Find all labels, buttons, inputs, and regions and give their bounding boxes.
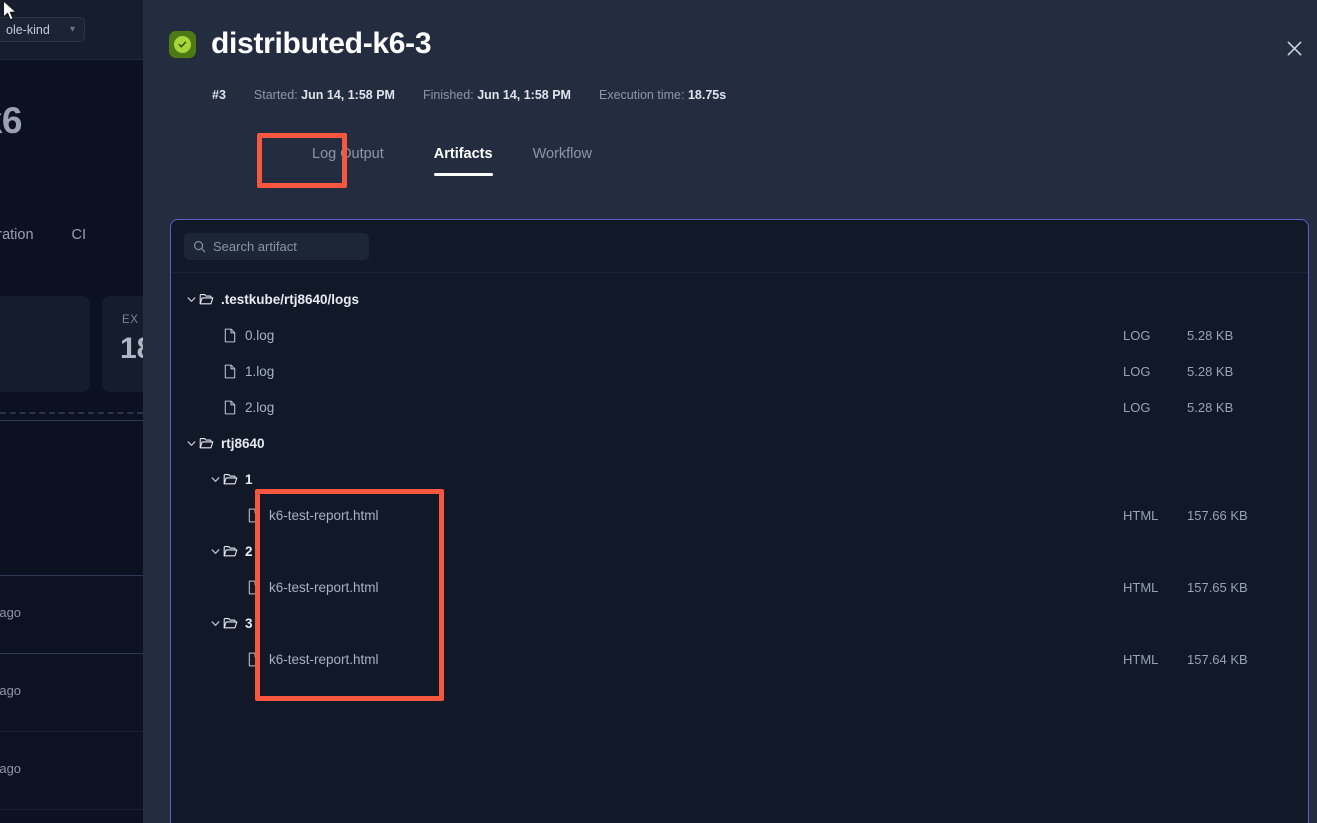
background-stat-card-label: EX xyxy=(122,314,139,326)
artifact-size: 157.64 KB xyxy=(1187,651,1248,667)
artifact-folder-row[interactable]: 2 xyxy=(171,533,1308,569)
artifact-name: rtj8640 xyxy=(221,435,265,451)
background-divider-2 xyxy=(0,575,143,576)
background-divider-4 xyxy=(0,731,143,732)
page-title: distributed-k6-3 xyxy=(211,27,432,60)
background-activity-row-0[interactable]: es ago xyxy=(0,575,143,652)
artifact-type: LOG xyxy=(1123,363,1151,379)
artifact-type: LOG xyxy=(1123,327,1151,343)
modal-tabs: Log Output Artifacts Workflow xyxy=(312,146,626,190)
execution-time-meta: Execution time: 18.75s xyxy=(599,88,726,102)
artifact-name: k6-test-report.html xyxy=(269,651,379,667)
artifact-folder-row[interactable]: .testkube/rtj8640/logs xyxy=(171,281,1308,317)
chevron-down-icon[interactable] xyxy=(183,438,199,449)
chevron-down-icon[interactable] xyxy=(207,474,223,485)
file-icon xyxy=(223,364,245,379)
close-icon[interactable] xyxy=(1278,32,1310,64)
artifact-name: 0.log xyxy=(245,327,275,343)
background-subnav-item-1[interactable]: CI xyxy=(72,227,87,243)
search-artifact-box[interactable] xyxy=(184,233,389,260)
started-label: Started: xyxy=(253,88,298,102)
folder-open-icon xyxy=(199,292,221,307)
tab-workflow[interactable]: Workflow xyxy=(533,146,592,176)
artifact-size: 157.66 KB xyxy=(1187,507,1248,523)
file-icon xyxy=(223,328,245,343)
folder-open-icon xyxy=(223,472,245,487)
background-subnav-item-0[interactable]: /CD Integration xyxy=(0,227,34,243)
artifact-file-row[interactable]: 2.log LOG 5.28 KB xyxy=(171,389,1308,425)
finished-label: Finished: xyxy=(422,88,474,102)
finished-value: Jun 14, 1:58 PM xyxy=(477,88,571,102)
artifact-size: 157.65 KB xyxy=(1187,579,1248,595)
artifact-name: 2 xyxy=(245,543,253,559)
file-icon xyxy=(247,508,269,523)
search-icon xyxy=(193,240,206,253)
artifact-name: 3 xyxy=(245,615,253,631)
execution-meta: #3 Started: Jun 14, 1:58 PM Finished: Ju… xyxy=(212,88,726,102)
artifact-size: 5.28 KB xyxy=(1187,327,1234,343)
tab-log-output[interactable]: Log Output xyxy=(312,146,384,176)
artifact-size: 5.28 KB xyxy=(1187,363,1234,379)
screen-root: ole-kind ▾ -k6 /CD Integration CI EX 18 … xyxy=(0,0,1317,823)
background-activity-time-2: es ago xyxy=(0,761,22,776)
background-stat-card-left xyxy=(0,296,90,392)
check-circle-icon xyxy=(169,30,196,58)
artifact-file-row[interactable]: k6-test-report.html HTML 157.65 KB xyxy=(171,569,1308,605)
background-activity-row-1[interactable]: es ago xyxy=(0,653,143,730)
chevron-down-icon[interactable] xyxy=(207,546,223,557)
artifact-size: 5.28 KB xyxy=(1187,399,1234,415)
tab-artifacts[interactable]: Artifacts xyxy=(433,146,493,176)
started-value: Jun 14, 1:58 PM xyxy=(301,88,395,102)
execution-time-value: 18.75s xyxy=(687,88,727,102)
background-divider-3 xyxy=(0,653,143,654)
background-activity-time-0: es ago xyxy=(0,605,22,620)
folder-open-icon xyxy=(199,436,221,451)
artifact-type: HTML xyxy=(1123,507,1159,523)
started-meta: Started: Jun 14, 1:58 PM xyxy=(254,88,395,102)
run-number: #3 xyxy=(212,88,226,102)
background-dashed-divider xyxy=(0,412,143,414)
background-divider-5 xyxy=(0,809,143,810)
artifact-type: LOG xyxy=(1123,399,1151,415)
search-input[interactable] xyxy=(213,239,389,254)
file-icon xyxy=(247,652,269,667)
execution-detail-modal: distributed-k6-3 #3 Started: Jun 14, 1:5… xyxy=(143,0,1317,823)
artifact-file-row[interactable]: k6-test-report.html HTML 157.64 KB xyxy=(171,641,1308,677)
artifact-name: k6-test-report.html xyxy=(269,507,379,523)
background-activity-time-1: es ago xyxy=(0,683,22,698)
finished-meta: Finished: Jun 14, 1:58 PM xyxy=(423,88,571,102)
artifact-name: 1 xyxy=(245,471,253,487)
background-subnav: /CD Integration CI xyxy=(0,227,86,243)
tab-artifacts-wrapper: Artifacts xyxy=(418,146,509,190)
file-icon xyxy=(223,400,245,415)
artifact-name: .testkube/rtj8640/logs xyxy=(221,291,360,307)
chevron-down-icon[interactable] xyxy=(207,618,223,629)
artifact-folder-row[interactable]: 1 xyxy=(171,461,1308,497)
artifact-type: HTML xyxy=(1123,579,1159,595)
execution-time-label: Execution time: xyxy=(598,88,685,102)
folder-open-icon xyxy=(223,544,245,559)
artifacts-panel: .testkube/rtj8640/logs0.logLOG5.28 KB1.l… xyxy=(170,219,1309,823)
background-activity-row-2[interactable]: es ago xyxy=(0,731,143,808)
background-page-title: -k6 xyxy=(0,100,22,141)
file-icon xyxy=(247,580,269,595)
artifact-type: HTML xyxy=(1123,651,1159,667)
artifact-name: 2.log xyxy=(245,399,275,415)
cluster-selector[interactable]: ole-kind ▾ xyxy=(0,17,85,42)
artifact-file-row[interactable]: 0.log LOG 5.28 KB xyxy=(171,317,1308,353)
folder-open-icon xyxy=(223,616,245,631)
chevron-down-icon: ▾ xyxy=(69,23,75,35)
chevron-down-icon[interactable] xyxy=(183,294,199,305)
modal-title-row: distributed-k6-3 xyxy=(169,27,432,61)
artifact-tree: .testkube/rtj8640/logs 0.log LOG 5.28 KB 1.l… xyxy=(171,273,1308,677)
artifact-folder-row[interactable]: 3 xyxy=(171,605,1308,641)
cluster-selector-label: ole-kind xyxy=(6,22,50,37)
artifact-file-row[interactable]: 1.log LOG 5.28 KB xyxy=(171,353,1308,389)
artifact-name: k6-test-report.html xyxy=(269,579,379,595)
artifact-name: 1.log xyxy=(245,363,275,379)
artifacts-search-bar xyxy=(171,220,1308,273)
artifact-file-row[interactable]: k6-test-report.html HTML 157.66 KB xyxy=(171,497,1308,533)
artifact-folder-row[interactable]: rtj8640 xyxy=(171,425,1308,461)
background-divider-1 xyxy=(0,420,143,421)
